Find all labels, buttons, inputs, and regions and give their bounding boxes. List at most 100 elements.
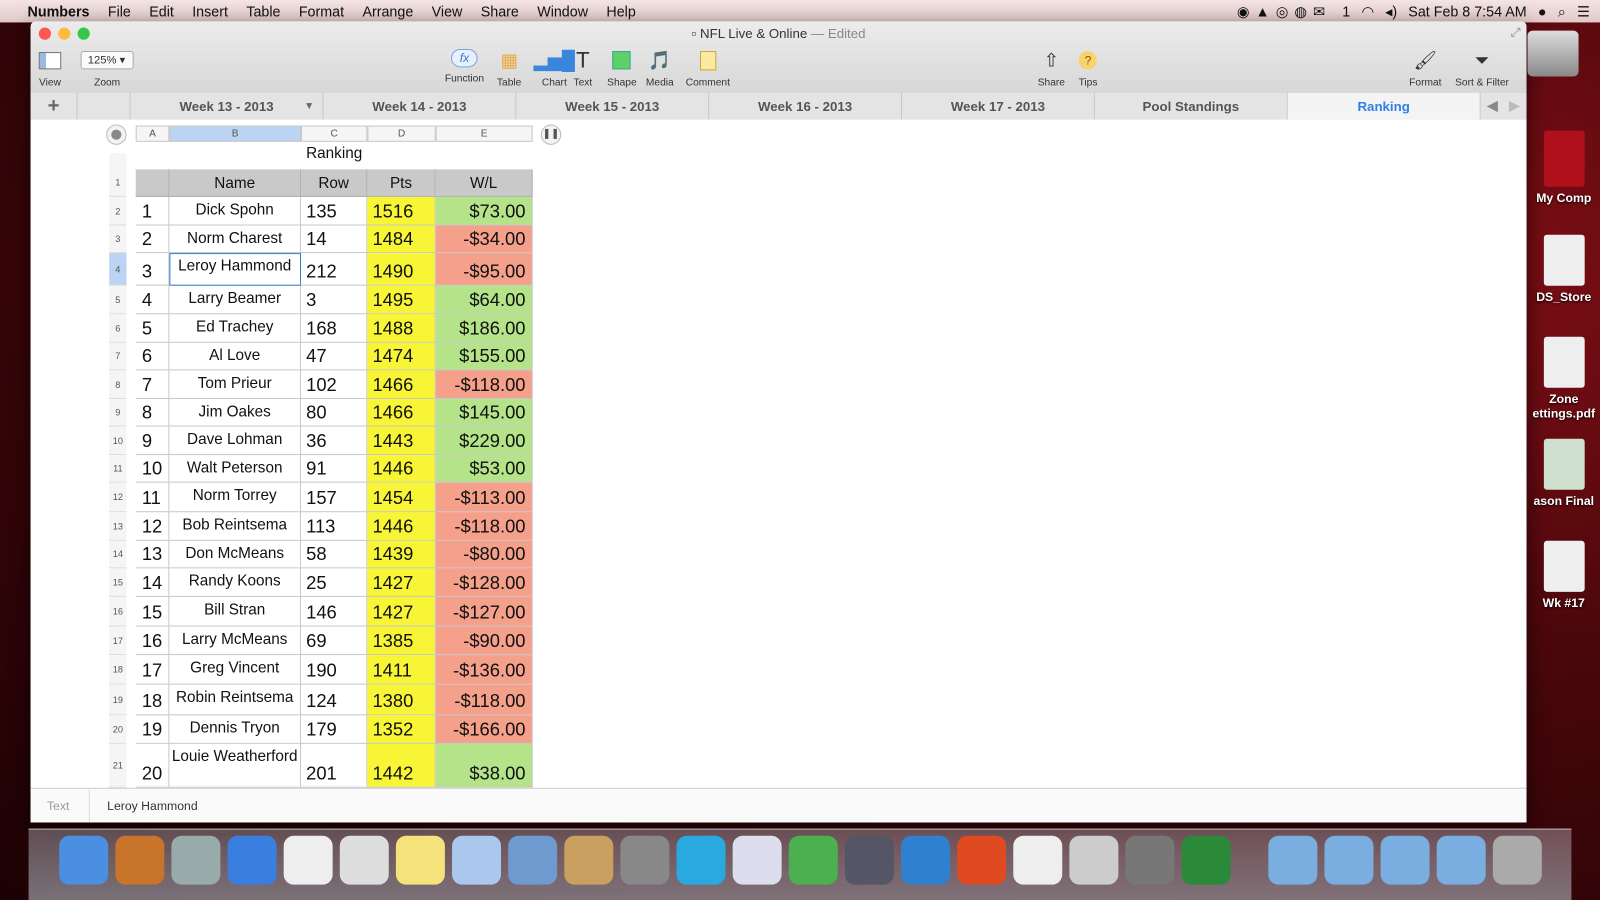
wl-cell[interactable]: -$113.00 xyxy=(435,482,533,513)
documents-folder-dock-icon[interactable] xyxy=(1324,835,1374,885)
wl-cell[interactable]: $155.00 xyxy=(435,342,533,371)
formula-input[interactable]: Leroy Hammond xyxy=(107,799,198,813)
itunes-dock-icon[interactable] xyxy=(227,835,277,885)
desktop-icon-pdf[interactable]: Zone ettings.pdf xyxy=(1528,336,1600,420)
rank-cell[interactable]: 20 xyxy=(135,743,170,788)
rank-cell[interactable]: 4 xyxy=(135,285,170,315)
app-green-dock-icon[interactable] xyxy=(788,835,838,885)
menu-help[interactable]: Help xyxy=(597,3,645,19)
pts-cell[interactable]: 1516 xyxy=(367,196,436,226)
row-cell[interactable]: 157 xyxy=(301,482,368,513)
wl-cell[interactable]: $64.00 xyxy=(435,285,533,315)
rank-cell[interactable]: 6 xyxy=(135,342,170,371)
menu-app[interactable]: Numbers xyxy=(18,3,98,19)
row-header[interactable]: 8 xyxy=(109,370,127,399)
header-cell[interactable]: Row xyxy=(301,169,368,197)
wl-cell[interactable]: $73.00 xyxy=(435,196,533,226)
tab-week-15-2013[interactable]: Week 15 - 2013 xyxy=(515,92,708,120)
tab-week-17-2013[interactable]: Week 17 - 2013 xyxy=(901,92,1094,120)
name-cell[interactable]: Al Love xyxy=(169,342,302,371)
wl-cell[interactable]: $145.00 xyxy=(435,398,533,427)
tab-week-16-2013[interactable]: Week 16 - 2013 xyxy=(708,92,901,120)
wl-cell[interactable]: -$128.00 xyxy=(435,568,533,597)
sort-filter-button[interactable]: ⏷ Sort & Filter xyxy=(1455,49,1509,88)
clock[interactable]: Sat Feb 8 7:54 AM xyxy=(1408,3,1526,19)
pts-cell[interactable]: 1495 xyxy=(367,285,436,315)
pts-cell[interactable]: 1466 xyxy=(367,370,436,399)
wl-cell[interactable]: -$95.00 xyxy=(435,253,533,286)
wl-cell[interactable]: $186.00 xyxy=(435,314,533,343)
rank-cell[interactable]: 7 xyxy=(135,370,170,399)
row-header[interactable]: 12 xyxy=(109,482,127,513)
name-cell[interactable]: Ed Trachey xyxy=(169,314,302,343)
pts-cell[interactable]: 1352 xyxy=(367,715,436,744)
notification-icon[interactable]: ☰ xyxy=(1577,3,1590,20)
row-header[interactable]: 16 xyxy=(109,596,127,627)
status-icons[interactable]: ◉▲◎◍✉ xyxy=(1237,3,1331,20)
wl-cell[interactable]: -$136.00 xyxy=(435,655,533,685)
row-cell[interactable]: 135 xyxy=(301,196,368,226)
tab-ranking[interactable]: Ranking xyxy=(1286,92,1480,120)
wl-cell[interactable]: -$127.00 xyxy=(435,596,533,627)
hard-drive-icon[interactable] xyxy=(1527,30,1579,77)
rank-cell[interactable]: 16 xyxy=(135,626,170,656)
tab-menu-icon[interactable]: ▼ xyxy=(304,101,314,112)
system-preferences-dock-icon[interactable] xyxy=(620,835,670,885)
format-button[interactable]: 🖌 Format xyxy=(1409,49,1441,88)
user-icon[interactable]: ● xyxy=(1538,3,1547,19)
name-cell[interactable]: Larry McMeans xyxy=(169,626,302,656)
row-header[interactable]: 6 xyxy=(109,314,127,343)
desktop-icon-numbers[interactable]: ason Final xyxy=(1528,438,1600,508)
column-header-e[interactable]: E xyxy=(435,125,533,142)
row-cell[interactable]: 179 xyxy=(301,715,368,744)
wifi-icon[interactable]: ◠ xyxy=(1361,3,1373,20)
row-cell[interactable]: 168 xyxy=(301,314,368,343)
pts-cell[interactable]: 1490 xyxy=(367,253,436,286)
wl-cell[interactable]: -$90.00 xyxy=(435,626,533,656)
desktop-icon-computer[interactable]: My Comp xyxy=(1528,130,1600,205)
share-button[interactable]: ⇧ Share xyxy=(1038,49,1065,88)
row-header[interactable]: 1 xyxy=(109,169,127,197)
header-cell[interactable] xyxy=(135,169,170,197)
menu-arrange[interactable]: Arrange xyxy=(353,3,422,19)
row-header[interactable]: 9 xyxy=(109,398,127,427)
name-cell[interactable]: Louie Weatherford xyxy=(169,743,302,788)
column-header-d[interactable]: D xyxy=(367,125,436,142)
launchpad-dock-icon[interactable] xyxy=(171,835,221,885)
name-cell[interactable]: Dennis Tryon xyxy=(169,715,302,744)
name-cell[interactable]: Dave Lohman xyxy=(169,426,302,456)
row-cell[interactable]: 3 xyxy=(301,285,368,315)
mail-bird-dock-icon[interactable] xyxy=(508,835,558,885)
row-cell[interactable]: 47 xyxy=(301,342,368,371)
pts-cell[interactable]: 1442 xyxy=(367,743,436,788)
menu-file[interactable]: File xyxy=(99,3,140,19)
row-cell[interactable]: 113 xyxy=(301,512,368,541)
pts-cell[interactable]: 1439 xyxy=(367,540,436,569)
rank-cell[interactable]: 2 xyxy=(135,225,170,254)
wl-cell[interactable]: $229.00 xyxy=(435,426,533,456)
tab-week-13-2013[interactable]: Week 13 - 2013 ▼ xyxy=(129,92,323,120)
wl-cell[interactable]: $38.00 xyxy=(435,743,533,788)
menu-format[interactable]: Format xyxy=(290,3,354,19)
downloads-folder-dock-icon[interactable] xyxy=(1380,835,1430,885)
facetime-dock-icon[interactable] xyxy=(844,835,894,885)
column-header-a[interactable]: A xyxy=(135,125,170,142)
reminders-dock-icon[interactable] xyxy=(339,835,389,885)
wl-cell[interactable]: -$118.00 xyxy=(435,370,533,399)
name-cell[interactable]: Norm Torrey xyxy=(169,482,302,513)
dashcode-dock-icon[interactable] xyxy=(676,835,726,885)
contacts-dock-icon[interactable] xyxy=(564,835,614,885)
evernote-dock-icon[interactable] xyxy=(1181,835,1231,885)
row-header[interactable]: 2 xyxy=(109,196,127,226)
row-header[interactable]: 10 xyxy=(109,426,127,456)
preview-dock-icon[interactable] xyxy=(452,835,502,885)
pts-cell[interactable]: 1411 xyxy=(367,655,436,685)
name-cell[interactable]: Norm Charest xyxy=(169,225,302,254)
comment-button[interactable]: Comment xyxy=(686,49,730,89)
header-cell[interactable]: W/L xyxy=(435,169,533,197)
row-header[interactable]: 14 xyxy=(109,540,127,569)
header-cell[interactable]: Name xyxy=(169,169,302,197)
rank-cell[interactable]: 10 xyxy=(135,455,170,483)
rank-cell[interactable]: 3 xyxy=(135,253,170,286)
row-header[interactable]: 18 xyxy=(109,655,127,685)
